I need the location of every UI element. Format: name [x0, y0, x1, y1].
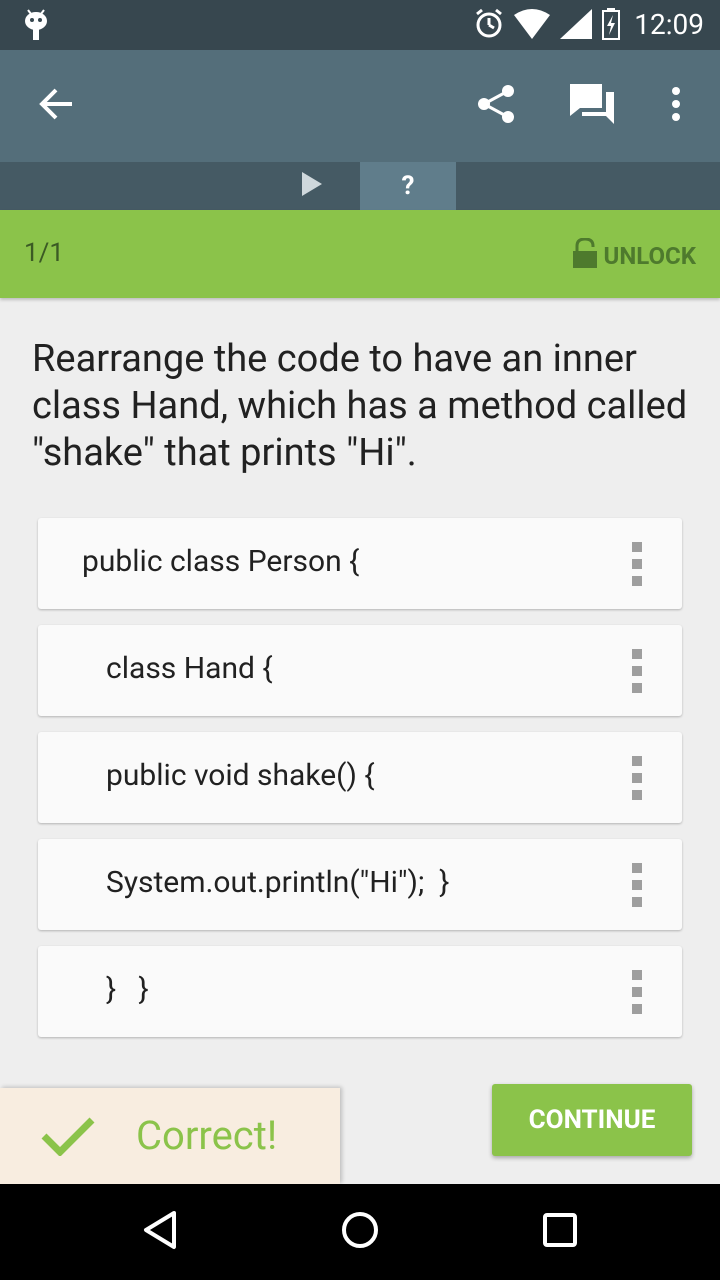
- comments-icon: [570, 84, 614, 128]
- app-bar: [0, 50, 720, 162]
- android-icon: [22, 8, 50, 46]
- code-block[interactable]: System.out.println("Hi"); }: [38, 839, 682, 930]
- code-block[interactable]: } }: [38, 946, 682, 1037]
- code-block[interactable]: public class Person {: [38, 518, 682, 609]
- code-line: class Hand {: [106, 651, 273, 686]
- check-icon: [40, 1116, 96, 1160]
- nav-back-button[interactable]: [132, 1204, 188, 1260]
- more-options-button[interactable]: [648, 78, 704, 134]
- unlock-button[interactable]: UNLOCK: [572, 237, 697, 274]
- system-nav-bar: [0, 1184, 720, 1280]
- lock-icon: [572, 237, 598, 274]
- tab-quiz[interactable]: ?: [360, 162, 456, 210]
- battery-icon: [602, 8, 620, 44]
- nav-recents-button[interactable]: [532, 1204, 588, 1260]
- drag-handle-icon[interactable]: [632, 970, 644, 1014]
- code-block[interactable]: class Hand {: [38, 625, 682, 716]
- unlock-label: UNLOCK: [603, 242, 697, 270]
- result-message: Correct!: [136, 1112, 278, 1159]
- drag-handle-icon[interactable]: [632, 649, 644, 693]
- result-panel: Correct!: [0, 1088, 340, 1184]
- code-line: } }: [106, 972, 149, 1007]
- continue-button[interactable]: CONTINUE: [492, 1084, 692, 1156]
- play-icon: [302, 172, 322, 200]
- lesson-tab-bar: ?: [0, 162, 720, 210]
- drag-handle-icon[interactable]: [632, 542, 644, 586]
- tab-lesson[interactable]: [264, 162, 360, 210]
- drag-handle-icon[interactable]: [632, 756, 644, 800]
- signal-icon: [560, 9, 592, 43]
- drag-handle-icon[interactable]: [632, 863, 644, 907]
- code-block-list: public class Person { class Hand { publi…: [38, 518, 682, 1053]
- status-bar: 12:09: [0, 0, 720, 50]
- code-line: public class Person {: [82, 544, 360, 579]
- home-nav-icon: [340, 1210, 380, 1254]
- share-icon: [476, 84, 516, 128]
- alarm-icon: [474, 8, 504, 44]
- back-nav-icon: [142, 1210, 178, 1254]
- question-text: Rearrange the code to have an inner clas…: [32, 337, 688, 475]
- wifi-icon: [514, 9, 550, 43]
- code-block[interactable]: public void shake() {: [38, 732, 682, 823]
- code-line: System.out.println("Hi"); }: [106, 865, 450, 900]
- nav-home-button[interactable]: [332, 1204, 388, 1260]
- code-line: public void shake() {: [106, 758, 375, 793]
- share-button[interactable]: [468, 78, 524, 134]
- quiz-progress-bar: 1/1 UNLOCK: [0, 210, 720, 298]
- question-counter: 1/1: [24, 238, 64, 268]
- recents-nav-icon: [542, 1212, 578, 1252]
- status-clock: 12:09: [634, 8, 704, 41]
- more-vert-icon: [671, 87, 681, 125]
- back-button[interactable]: [28, 78, 84, 134]
- back-arrow-icon: [38, 88, 74, 124]
- comments-button[interactable]: [564, 78, 620, 134]
